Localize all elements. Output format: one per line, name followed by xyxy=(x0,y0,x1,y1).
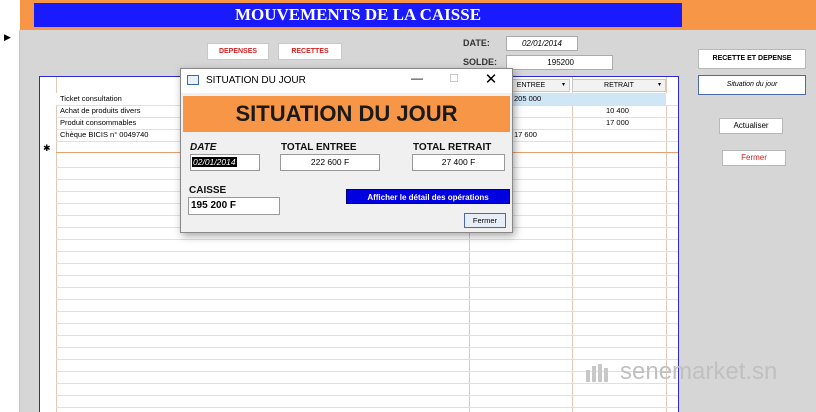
record-selector-strip xyxy=(0,30,20,412)
total-entree-field[interactable]: 222 600 F xyxy=(280,154,380,171)
situation-dialog: SITUATION DU JOUR — ☐ ✕ SITUATION DU JOU… xyxy=(180,68,513,233)
caisse-field[interactable]: 195 200 F xyxy=(188,197,280,215)
sort-dropdown-icon[interactable]: ▾ xyxy=(562,80,565,91)
depenses-button[interactable]: DEPENSES xyxy=(207,43,269,60)
minimize-icon[interactable]: — xyxy=(407,71,427,89)
watermark-logo-icon xyxy=(586,364,608,382)
close-icon[interactable]: ✕ xyxy=(481,70,501,90)
new-record-icon: ✱ xyxy=(43,143,51,153)
date-label: DATE: xyxy=(463,38,490,48)
total-entree-label: TOTAL ENTREE xyxy=(281,142,357,153)
dialog-date-field[interactable]: 02/01/2014 xyxy=(190,154,260,171)
date-field[interactable]: 02/01/2014 xyxy=(506,36,578,51)
dialog-date-label: DATE xyxy=(190,142,217,153)
recettes-button[interactable]: RECETTES xyxy=(278,43,342,60)
record-pointer-icon: ▶ xyxy=(4,32,11,42)
solde-field[interactable]: 195200 xyxy=(506,55,613,70)
sort-dropdown-icon[interactable]: ▾ xyxy=(658,80,661,91)
row-retrait[interactable] xyxy=(572,93,666,105)
total-retrait-field[interactable]: 27 400 F xyxy=(412,154,505,171)
total-retrait-label: TOTAL RETRAIT xyxy=(413,142,492,153)
afficher-detail-button[interactable]: Afficher le détail des opérations xyxy=(346,189,510,204)
fermer-button[interactable]: Fermer xyxy=(722,150,786,166)
recette-depense-button[interactable]: RECETTE ET DEPENSE xyxy=(698,49,806,69)
actualiser-button[interactable]: Actualiser xyxy=(719,118,783,134)
situation-du-jour-button[interactable]: Situation du jour xyxy=(698,75,806,95)
row-retrait[interactable]: 10 400 xyxy=(606,105,666,117)
row-retrait[interactable]: 17 000 xyxy=(606,117,666,129)
dialog-header: SITUATION DU JOUR xyxy=(183,96,510,132)
form-icon xyxy=(187,75,199,85)
dialog-title: SITUATION DU JOUR xyxy=(206,75,306,86)
maximize-icon[interactable]: ☐ xyxy=(445,72,463,90)
column-header-retrait[interactable]: RETRAIT ▾ xyxy=(572,79,666,92)
caisse-label: CAISSE xyxy=(189,185,227,196)
solde-label: SOLDE: xyxy=(463,57,498,67)
page-title: MOUVEMENTS DE LA CAISSE xyxy=(34,3,682,27)
dialog-fermer-button[interactable]: Fermer xyxy=(464,213,506,228)
row-retrait[interactable] xyxy=(572,129,666,141)
watermark-text: senemarket.sn xyxy=(620,358,778,385)
